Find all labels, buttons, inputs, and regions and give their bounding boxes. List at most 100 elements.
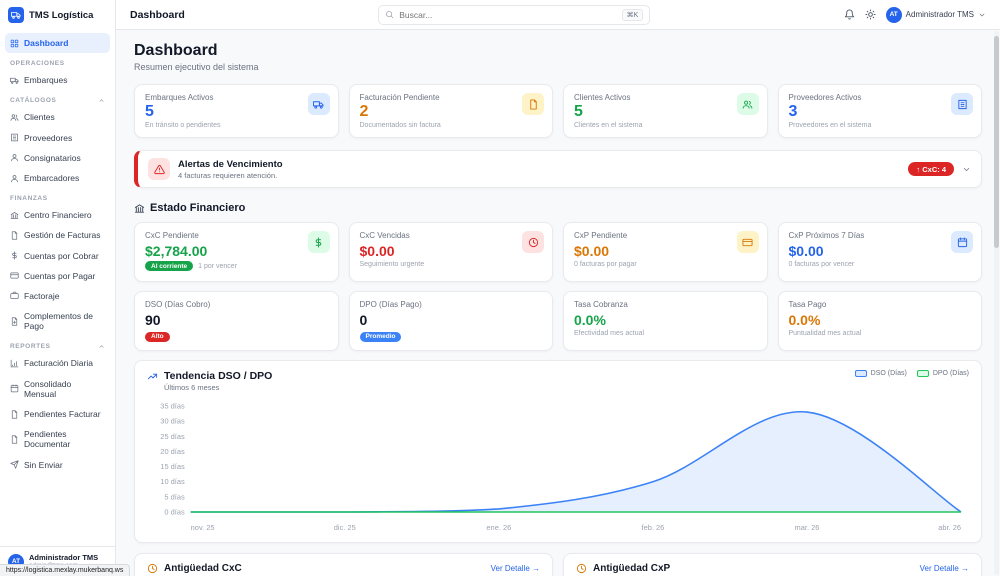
- dollar-icon: [313, 237, 324, 248]
- fin-value: $0.00: [360, 243, 543, 259]
- aging-cxp-card: Antigüedad CxP Ver Detalle →: [563, 553, 982, 576]
- dpo-swatch: [917, 370, 929, 377]
- sidebar-item-centro-financiero[interactable]: Centro Financiero: [5, 205, 110, 225]
- theme-toggle-button[interactable]: [865, 9, 876, 20]
- fin-meta: Al corriente 1 por vencer: [145, 261, 328, 271]
- sidebar-item-label: Sin Enviar: [24, 460, 105, 470]
- section-label: FINANZAS: [10, 195, 48, 202]
- card-title: Antigüedad CxP: [593, 563, 670, 574]
- alert-texts: Alertas de Vencimiento 4 facturas requie…: [178, 159, 900, 180]
- fin-value: $0.00: [574, 243, 757, 259]
- chevron-up-icon[interactable]: [98, 97, 105, 104]
- fin-label: DPO (Días Pago): [360, 300, 543, 309]
- sidebar-item-embarques[interactable]: Embarques: [5, 70, 110, 90]
- sidebar-item-sin-enviar[interactable]: Sin Enviar: [5, 455, 110, 475]
- fin-icon-badge: [951, 231, 973, 253]
- status-badge: Alto: [145, 332, 170, 342]
- sidebar-item-label: Clientes: [24, 112, 105, 122]
- fin-card-dpo: DPO (Días Pago) 0 Promedio: [349, 291, 554, 351]
- sidebar-item-dashboard[interactable]: Dashboard: [5, 33, 110, 53]
- truck-icon: [313, 99, 324, 110]
- notifications-button[interactable]: [844, 9, 855, 20]
- svg-text:0 días: 0 días: [164, 507, 185, 516]
- fin-card-dso: DSO (Días Cobro) 90 Alto: [134, 291, 339, 351]
- sidebar-item-label: Embarques: [24, 75, 105, 85]
- section-label: OPERACIONES: [10, 60, 65, 67]
- cxc-detail-link[interactable]: Ver Detalle →: [491, 564, 540, 573]
- alert-title: Alertas de Vencimiento: [178, 159, 900, 170]
- section-label: CATÁLOGOS: [10, 97, 56, 104]
- sidebar-item-label: Gestión de Facturas: [24, 230, 105, 240]
- fin-label: Tasa Pago: [789, 300, 972, 309]
- fin-card-tasa-pago: Tasa Pago 0.0% Puntualidad mes actual: [778, 291, 983, 351]
- chevron-down-icon: [978, 11, 986, 19]
- kpi-icon-badge: [737, 93, 759, 115]
- sidebar-section-operaciones: OPERACIONES: [5, 53, 110, 70]
- search-box[interactable]: ⌘K: [378, 5, 650, 25]
- sidebar-item-gestion-de-facturas[interactable]: Gestión de Facturas: [5, 225, 110, 245]
- sidebar-item-cuentas-por-cobrar[interactable]: Cuentas por Cobrar: [5, 246, 110, 266]
- user-menu[interactable]: AT Administrador TMS: [886, 7, 986, 23]
- bank-icon: [134, 203, 145, 214]
- trend-chart-card: Tendencia DSO / DPO Últimos 6 meses DSO …: [134, 360, 982, 543]
- svg-text:feb. 26: feb. 26: [642, 523, 665, 532]
- clock-icon: [147, 563, 158, 574]
- briefcase-icon: [10, 291, 19, 300]
- sidebar-item-facturacion-diaria[interactable]: Facturación Diaria: [5, 353, 110, 373]
- sidebar-item-label: Cuentas por Cobrar: [24, 251, 105, 261]
- sidebar-item-cuentas-por-pagar[interactable]: Cuentas por Pagar: [5, 266, 110, 286]
- alert-subtitle: 4 facturas requieren atención.: [178, 171, 900, 180]
- chevron-up-icon[interactable]: [98, 343, 105, 350]
- fin-label: DSO (Días Cobro): [145, 300, 328, 309]
- chevron-down-icon[interactable]: [962, 165, 971, 174]
- fin-icon-badge: [737, 231, 759, 253]
- logo-text: TMS Logística: [29, 10, 93, 21]
- alert-banner[interactable]: Alertas de Vencimiento 4 facturas requie…: [134, 150, 982, 188]
- fin-caption: 0 facturas por vencer: [789, 261, 972, 268]
- sidebar-item-consolidado-mensual[interactable]: Consolidado Mensual: [5, 374, 110, 404]
- card-header: Antigüedad CxP Ver Detalle →: [576, 563, 969, 574]
- sidebar-item-proveedores[interactable]: Proveedores: [5, 128, 110, 148]
- fin-label: CxP Pendiente: [574, 231, 757, 240]
- sidebar-section-catalogos[interactable]: CATÁLOGOS: [5, 90, 110, 107]
- scrollbar-thumb[interactable]: [994, 36, 999, 248]
- page-scrollbar[interactable]: [994, 31, 999, 575]
- dashboard-content: Dashboard Resumen ejecutivo del sistema …: [116, 30, 1000, 576]
- cxp-detail-link[interactable]: Ver Detalle →: [920, 564, 969, 573]
- legend-label: DSO (Días): [871, 370, 907, 377]
- clock-icon: [528, 237, 539, 248]
- sidebar-nav: Dashboard OPERACIONES Embarques CATÁLOGO…: [0, 30, 115, 546]
- sidebar-item-pendientes-documentar[interactable]: Pendientes Documentar: [5, 424, 110, 454]
- sidebar-section-finanzas: FINANZAS: [5, 188, 110, 205]
- svg-text:5 días: 5 días: [164, 492, 185, 501]
- building-icon: [957, 99, 968, 110]
- legend-item-dso: DSO (Días): [855, 370, 907, 377]
- credit-card-icon: [10, 271, 19, 280]
- legend-label: DPO (Días): [933, 370, 969, 377]
- bank-icon: [10, 211, 19, 220]
- users-icon: [742, 99, 753, 110]
- search-input[interactable]: [399, 10, 616, 20]
- sidebar-item-pendientes-facturar[interactable]: Pendientes Facturar: [5, 404, 110, 424]
- sidebar-item-embarcadores[interactable]: Embarcadores: [5, 168, 110, 188]
- sidebar-item-complementos-de-pago[interactable]: Complementos de Pago: [5, 306, 110, 336]
- calendar-icon: [957, 237, 968, 248]
- fin-icon-badge: [308, 231, 330, 253]
- bell-icon: [844, 9, 855, 20]
- sidebar-item-factoraje[interactable]: Factoraje: [5, 286, 110, 306]
- dso-dpo-trend-chart: 0 días5 días10 días15 días20 días25 días…: [147, 396, 969, 536]
- sidebar-item-clientes[interactable]: Clientes: [5, 107, 110, 127]
- sidebar-section-reportes[interactable]: REPORTES: [5, 336, 110, 353]
- finance-row-2: DSO (Días Cobro) 90 Alto DPO (Días Pago)…: [134, 291, 982, 351]
- fin-value: 90: [145, 312, 328, 328]
- fin-caption: Puntualidad mes actual: [789, 330, 972, 337]
- fin-value: $0.00: [789, 243, 972, 259]
- logo[interactable]: TMS Logística: [0, 0, 115, 30]
- clock-icon: [576, 563, 587, 574]
- sidebar-item-consignatarios[interactable]: Consignatarios: [5, 148, 110, 168]
- kpi-icon-badge: [308, 93, 330, 115]
- section-title: Estado Financiero: [150, 202, 245, 214]
- fin-card-cxc-vencidas: CxC Vencidas $0.00 Seguimiento urgente: [349, 222, 554, 282]
- card-title: Antigüedad CxC: [164, 563, 242, 574]
- svg-text:ene. 26: ene. 26: [486, 523, 511, 532]
